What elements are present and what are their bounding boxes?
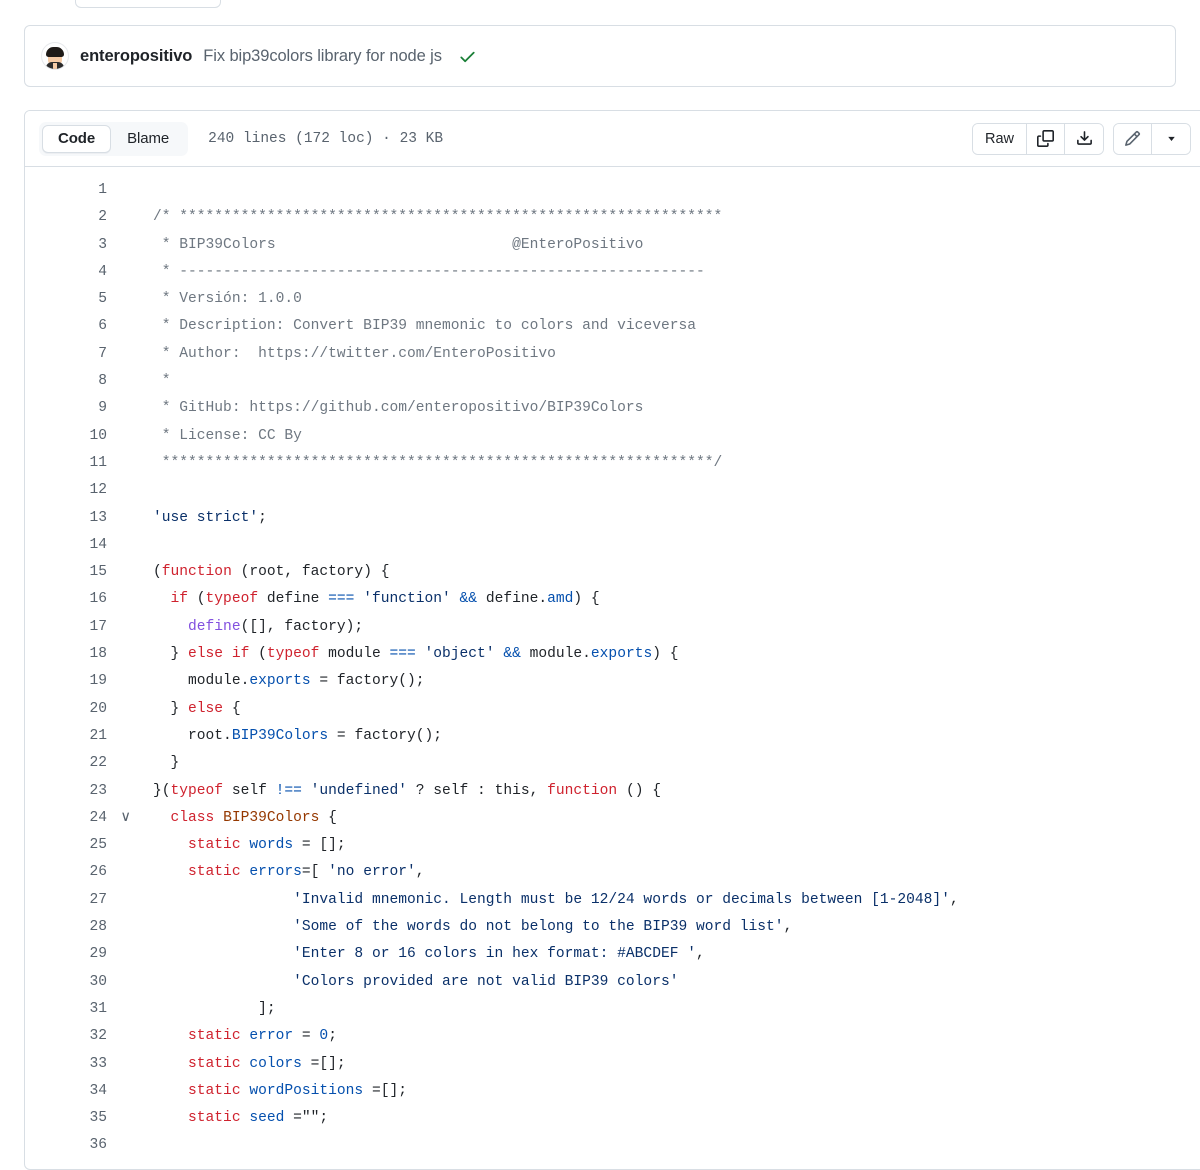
chevron-down-icon[interactable]: ∨ [117, 805, 131, 832]
line-number[interactable]: 1 [25, 177, 117, 204]
line-number[interactable]: 18 [25, 641, 117, 668]
code-line: /* *************************************… [153, 209, 723, 226]
line-number[interactable]: 5 [25, 286, 117, 313]
line-number[interactable]: 36 [25, 1132, 117, 1159]
copy-icon[interactable] [1027, 123, 1065, 154]
check-icon [458, 47, 477, 66]
line-number[interactable]: 28 [25, 914, 117, 941]
code-line: (function (root, factory) { [153, 564, 390, 581]
edit-more-group [1113, 122, 1191, 155]
code-line: * GitHub: https://github.com/enteroposit… [153, 400, 644, 417]
line-number[interactable]: 17 [25, 614, 117, 641]
code-line: 'Enter 8 or 16 colors in hex format: #AB… [293, 946, 705, 963]
line-number[interactable]: 25 [25, 832, 117, 859]
code-line: } else if (typeof module === 'object' &&… [153, 646, 679, 663]
code-line: * [153, 373, 171, 390]
line-number[interactable]: 31 [25, 996, 117, 1023]
line-number[interactable]: 15 [25, 559, 117, 586]
code-line: } else { [153, 700, 241, 717]
code-line: if (typeof define === 'function' && defi… [170, 591, 600, 608]
line-number[interactable]: 8 [25, 368, 117, 395]
line-number[interactable]: 29 [25, 941, 117, 968]
code-line: * License: CC By [153, 427, 302, 444]
line-number[interactable]: 14 [25, 532, 117, 559]
pencil-icon[interactable] [1114, 123, 1152, 154]
line-number[interactable]: 20 [25, 696, 117, 723]
line-number[interactable]: 9 [25, 395, 117, 422]
code-line: static errors=[ 'no error', [188, 864, 425, 881]
code-line: * --------------------------------------… [153, 263, 705, 280]
line-number[interactable]: 16 [25, 586, 117, 613]
file-toolbar: Code Blame 240 lines (172 loc) · 23 KB R… [25, 111, 1200, 167]
code-line: ]; [153, 1000, 276, 1017]
commit-message[interactable]: Fix bip39colors library for node js [203, 47, 442, 66]
line-number[interactable]: 6 [25, 313, 117, 340]
clipped-top-control[interactable] [75, 0, 221, 8]
line-number[interactable]: 22 [25, 750, 117, 777]
code-line: * Versión: 1.0.0 [153, 291, 302, 308]
commit-author[interactable]: enteropositivo [80, 47, 192, 66]
code-line: 'Colors provided are not valid BIP39 col… [293, 973, 679, 990]
latest-commit-bar: enteropositivo Fix bip39colors library f… [24, 25, 1176, 87]
code-line: module.exports = factory(); [153, 673, 425, 690]
code-line: define([], factory); [188, 618, 364, 635]
file-actions: Raw [971, 122, 1191, 155]
code-line: static words = []; [188, 837, 346, 854]
code-line: 'use strict'; [153, 509, 267, 526]
line-number[interactable]: 2 [25, 204, 117, 231]
code-viewer: 1 2 3 4 5 6 7 8 9 10 11 12 13 14 15 16 17 18 19 20 21 22 23 24 ∨… [25, 167, 1200, 1160]
code-line: ****************************************… [153, 454, 723, 471]
line-number[interactable]: 12 [25, 477, 117, 504]
line-number[interactable]: 10 [25, 423, 117, 450]
code-line: root.BIP39Colors = factory(); [153, 727, 443, 744]
line-number[interactable]: 13 [25, 505, 117, 532]
code-line: static error = 0; [188, 1028, 337, 1045]
code-line: 'Some of the words do not belong to the … [293, 919, 793, 936]
line-number[interactable]: 32 [25, 1023, 117, 1050]
file-content-panel: Code Blame 240 lines (172 loc) · 23 KB R… [24, 110, 1200, 1170]
chevron-down-icon[interactable] [1152, 123, 1190, 154]
download-icon[interactable] [1065, 123, 1103, 154]
code-line: 'Invalid mnemonic. Length must be 12/24 … [293, 891, 959, 908]
tab-blame[interactable]: Blame [111, 125, 185, 153]
line-number[interactable]: 21 [25, 723, 117, 750]
line-number[interactable]: 26 [25, 859, 117, 886]
file-meta-text: 240 lines (172 loc) · 23 KB [208, 130, 444, 147]
line-number-gutter: 1 2 3 4 5 6 7 8 9 10 11 12 13 14 15 16 17 18 19 20 21 22 23 24 ∨… [25, 177, 131, 1160]
avatar-hair [46, 47, 64, 57]
code-blame-switch: Code Blame [39, 121, 189, 156]
avatar[interactable] [41, 42, 69, 70]
line-number[interactable]: 4 [25, 259, 117, 286]
line-number[interactable]: 34 [25, 1078, 117, 1105]
code-line: static seed =""; [188, 1110, 329, 1127]
code-line: static wordPositions =[]; [188, 1082, 407, 1099]
code-line: * Description: Convert BIP39 mnemonic to… [153, 318, 696, 335]
code-line: static colors =[]; [188, 1055, 346, 1072]
tab-code[interactable]: Code [42, 124, 112, 153]
line-number[interactable]: 33 [25, 1051, 117, 1078]
code-line: }(typeof self !== 'undefined' ? self : t… [153, 782, 661, 799]
code-line: } [153, 755, 180, 772]
line-number[interactable]: 11 [25, 450, 117, 477]
line-number[interactable]: 19 [25, 668, 117, 695]
line-number[interactable]: 23 [25, 778, 117, 805]
line-number[interactable]: 27 [25, 887, 117, 914]
code-line: class BIP39Colors { [170, 809, 337, 826]
code-content: /* *************************************… [117, 177, 1200, 1160]
raw-copy-download-group: Raw [971, 122, 1104, 155]
line-number[interactable]: 7 [25, 341, 117, 368]
line-number[interactable]: 3 [25, 232, 117, 259]
line-number[interactable]: 35 [25, 1105, 117, 1132]
code-line: * Author: https://twitter.com/EnteroPosi… [153, 345, 556, 362]
code-line: * BIP39Colors @EnteroPositivo [153, 236, 644, 253]
line-number[interactable]: 30 [25, 969, 117, 996]
avatar-collar [53, 63, 57, 69]
raw-button[interactable]: Raw [972, 123, 1027, 154]
line-number[interactable]: 24 ∨ [25, 805, 131, 832]
